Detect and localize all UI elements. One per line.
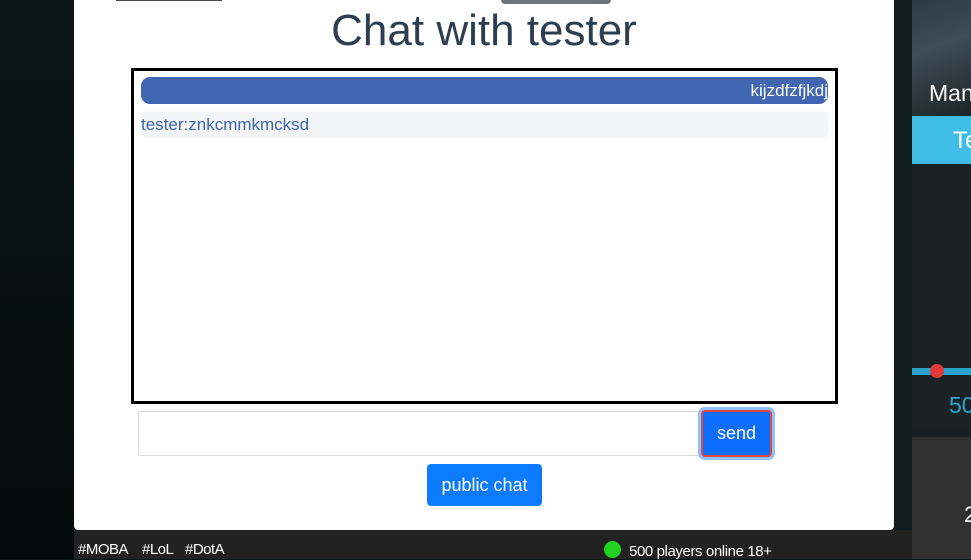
chat-message-other-text: tester:znkcmmkmcksd [141,115,310,134]
online-status-icon [604,541,621,558]
players-online-text: 500 players online 18+ [629,543,772,560]
game-card-slider-value: 50 [949,392,971,418]
tag-dota[interactable]: #DotA [185,541,225,558]
game-card-panel[interactable]: Man Te 50 2 [912,0,971,559]
modal-top-divider [116,0,222,1]
chat-message-own: kijzdfzfjkdj [141,77,828,104]
public-chat-button[interactable]: public chat [427,464,542,506]
game-card-secondary[interactable] [912,437,971,559]
age-rating: 18+ [747,543,772,560]
players-online-count: 500 players online [629,543,744,560]
page-background-gap [894,0,912,559]
chat-message-other: tester:znkcmmkmcksd [141,111,828,138]
page-background-left [0,0,74,559]
chat-title: Chat with tester [331,6,637,55]
game-card-slider-handle[interactable] [930,364,944,378]
chat-message-input[interactable] [138,411,702,456]
game-card-title: Man [929,80,971,106]
send-button[interactable]: send [701,410,772,457]
chat-message-own-text: kijzdfzfjkdj [750,81,828,100]
tag-lol[interactable]: #LoL [142,541,174,558]
game-card-body [912,164,971,427]
tag-moba[interactable]: #MOBA [78,541,129,558]
game-card-secondary-value: 2 [964,502,971,527]
game-card-tab-label: Te [953,127,971,154]
